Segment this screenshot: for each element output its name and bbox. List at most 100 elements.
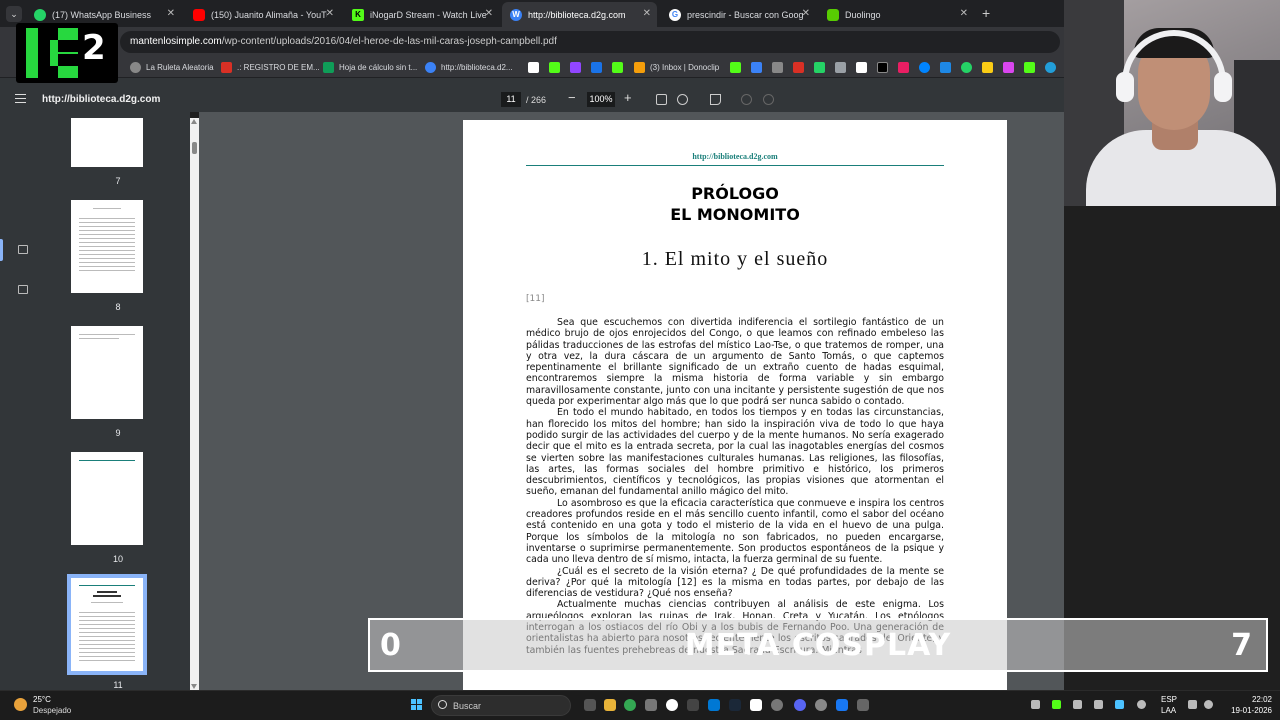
chrome-icon[interactable] (624, 699, 636, 711)
bookmark-icon-9[interactable] (814, 62, 825, 73)
paragraph: ¿Cuál es el secreto de la visión eterna?… (526, 565, 944, 600)
steam-icon[interactable] (729, 699, 741, 711)
thumbnails-icon[interactable] (18, 245, 28, 254)
zoom-out-button[interactable]: − (568, 91, 576, 105)
bookmark-icon-4[interactable] (591, 62, 602, 73)
address-bar-row: mantenlosimple.com/wp-content/uploads/20… (0, 27, 1064, 57)
bookmark-donoclip[interactable]: (3) Inbox | Donoclip (634, 60, 719, 74)
close-tab-icon[interactable]: ✕ (485, 9, 493, 19)
thumbnail-scrollbar[interactable] (190, 118, 199, 690)
messenger-icon[interactable] (919, 62, 930, 73)
section-title: 1. El mito y el sueño (641, 248, 829, 270)
bookmark-icon-3[interactable] (570, 62, 581, 73)
pdf-viewer[interactable]: http://biblioteca.d2g.com PRÓLOGO EL MON… (199, 112, 1064, 700)
close-tab-icon[interactable]: ✕ (960, 9, 968, 19)
bookmark-icon-16[interactable] (1003, 62, 1014, 73)
weather-icon[interactable] (14, 698, 27, 711)
tab-duolingo[interactable]: Duolingo ✕ (819, 2, 974, 27)
edge-icon[interactable] (708, 699, 720, 711)
thumbnail-page[interactable] (71, 326, 143, 419)
new-tab-button[interactable]: + (982, 6, 990, 20)
taskbar-app-icon[interactable] (666, 699, 678, 711)
windows-start-icon[interactable] (411, 699, 422, 710)
zoom-in-button[interactable]: + (624, 91, 632, 105)
close-tab-icon[interactable]: ✕ (167, 9, 175, 19)
bookmark-ruleta[interactable]: La Ruleta Aleatoria (130, 60, 214, 74)
redo-icon[interactable] (763, 94, 774, 105)
facebook-icon[interactable] (836, 699, 848, 711)
bookmark-icon-7[interactable] (772, 62, 783, 73)
discord-icon[interactable] (794, 699, 806, 711)
tray-icon[interactable] (1031, 700, 1040, 709)
thumbnail-label: 8 (115, 302, 121, 312)
tray-icon[interactable] (1094, 700, 1103, 709)
thumbnail-label: 7 (115, 176, 121, 186)
taskbar-app-icon[interactable] (815, 699, 827, 711)
bookmark-biblioteca[interactable]: http://biblioteca.d2... (425, 60, 513, 74)
scroll-up-icon[interactable] (191, 119, 197, 124)
whatsapp-icon[interactable] (961, 62, 972, 73)
taskbar-search[interactable]: Buscar (431, 695, 571, 716)
menu-icon[interactable] (15, 94, 26, 103)
page-number-input[interactable]: 11 (501, 92, 521, 107)
fit-page-icon[interactable] (656, 94, 667, 105)
tab-google[interactable]: G prescindir - Buscar con Google ✕ (661, 2, 816, 27)
tray-icon[interactable] (1115, 700, 1124, 709)
telegram-icon[interactable] (1045, 62, 1056, 73)
bookmark-icon-8[interactable] (793, 62, 804, 73)
file-explorer-icon[interactable] (604, 699, 616, 711)
kick-icon[interactable] (612, 62, 623, 73)
tab-youtube[interactable]: (150) Juanito Alimaña - YouTube ✕ (185, 2, 340, 27)
whatsapp-icon (34, 8, 46, 21)
bookmark-icon-17[interactable] (1024, 62, 1035, 73)
thumbnail-page[interactable] (71, 200, 143, 293)
microphone-icon[interactable] (1137, 700, 1146, 709)
pdf-page: http://biblioteca.d2g.com PRÓLOGO EL MON… (463, 120, 1007, 700)
bookmark-icon-12[interactable] (877, 62, 888, 73)
taskbar-app-icon[interactable] (771, 699, 783, 711)
thumbnail-label: 10 (112, 554, 123, 564)
rotate-icon[interactable] (677, 94, 688, 105)
bookmark-icon-15[interactable] (982, 62, 993, 73)
bookmark-icon-14[interactable] (940, 62, 951, 73)
task-view-icon[interactable] (584, 699, 596, 711)
tab-search-button[interactable]: ⌄ (6, 6, 22, 22)
google-icon: G (669, 8, 681, 21)
volume-icon[interactable] (1204, 700, 1213, 709)
annotate-icon[interactable] (710, 94, 721, 105)
tray-icon[interactable] (1052, 700, 1061, 709)
scroll-down-icon[interactable] (191, 684, 197, 689)
bookmark-icon-1[interactable] (528, 62, 539, 73)
bookmark-icon-6[interactable] (751, 62, 762, 73)
tab-biblioteca[interactable]: W http://biblioteca.d2g.com ✕ (502, 2, 657, 27)
outline-icon[interactable] (18, 285, 28, 294)
taskbar-app-icon[interactable] (857, 699, 869, 711)
close-tab-icon[interactable]: ✕ (326, 9, 334, 19)
bookmark-icon-2[interactable] (549, 62, 560, 73)
bookmark-icon-13[interactable] (898, 62, 909, 73)
undo-icon[interactable] (741, 94, 752, 105)
thumbnail-page-selected[interactable] (67, 574, 147, 675)
tab-kick[interactable]: K iNogarD Stream - Watch Live on ✕ (344, 2, 499, 27)
duolingo-icon (827, 8, 839, 21)
address-bar[interactable]: mantenlosimple.com/wp-content/uploads/20… (120, 31, 1060, 53)
network-icon[interactable] (1188, 700, 1197, 709)
bookmark-icon-11[interactable] (856, 62, 867, 73)
bookmark-icon-10[interactable] (835, 62, 846, 73)
bookmark-registro[interactable]: .: REGISTRO DE EM... (221, 60, 320, 74)
bookmark-hoja-calculo[interactable]: Hoja de cálculo sin t... (323, 60, 417, 74)
score-title: META COSPLAY (684, 628, 952, 663)
taskbar-app-icon[interactable] (750, 699, 762, 711)
taskbar-app-icon[interactable] (687, 699, 699, 711)
close-tab-icon[interactable]: ✕ (802, 9, 810, 19)
bookmark-icon-5[interactable] (730, 62, 741, 73)
clock-time[interactable]: 22:02 (1232, 695, 1272, 704)
taskbar-app-icon[interactable] (645, 699, 657, 711)
thumbnail-page[interactable] (71, 118, 143, 167)
tray-icon[interactable] (1073, 700, 1082, 709)
zoom-input[interactable]: 100% (587, 92, 615, 107)
close-tab-icon[interactable]: ✕ (643, 9, 651, 19)
page-total: / 266 (526, 95, 547, 105)
thumbnail-page[interactable] (71, 452, 143, 545)
language-indicator[interactable]: ESP (1161, 695, 1177, 704)
